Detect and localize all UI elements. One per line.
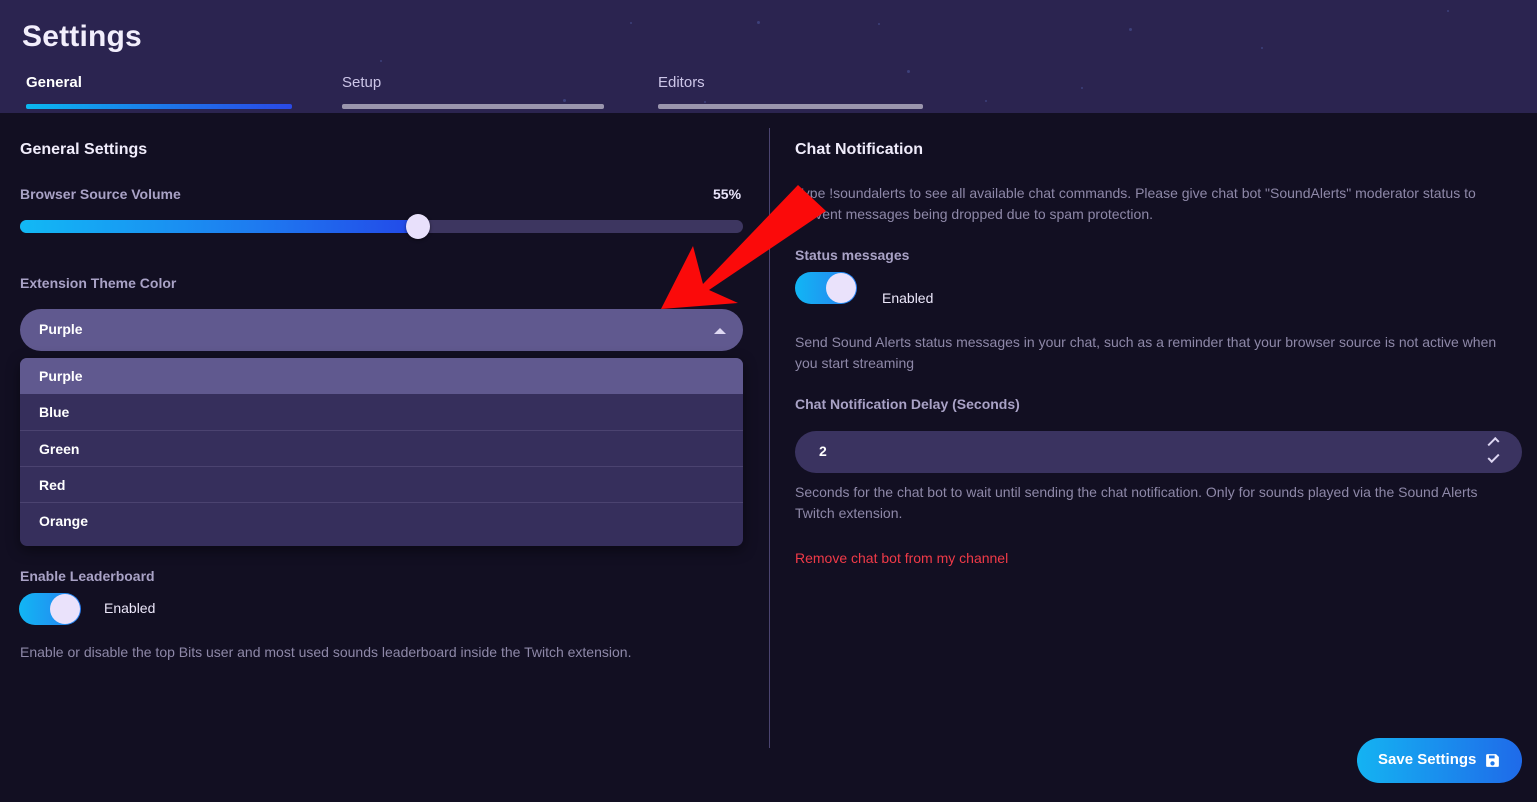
status-messages-label: Status messages	[795, 247, 910, 263]
enable-leaderboard-help: Enable or disable the top Bits user and …	[20, 644, 632, 660]
number-stepper[interactable]	[1486, 436, 1502, 466]
browser-source-volume-slider[interactable]	[20, 214, 743, 239]
chevron-down-icon[interactable]	[1487, 450, 1500, 464]
chat-notification-delay-input[interactable]: 2	[795, 431, 1522, 473]
page-title: Settings	[22, 20, 142, 53]
slider-thumb[interactable]	[405, 214, 430, 239]
chevron-up-icon[interactable]	[1487, 436, 1500, 450]
page-header: Settings General Setup Editors	[0, 0, 1537, 113]
chat-notification-delay-value: 2	[819, 443, 827, 459]
enable-leaderboard-state: Enabled	[104, 600, 156, 616]
option-orange[interactable]: Orange	[20, 502, 743, 538]
tab-editors-label: Editors	[658, 74, 705, 91]
status-messages-state: Enabled	[882, 290, 934, 306]
remove-chat-bot-link[interactable]: Remove chat bot from my channel	[795, 550, 1008, 566]
caret-up-icon[interactable]	[714, 328, 726, 334]
option-green[interactable]: Green	[20, 430, 743, 466]
chat-notification-intro: Type !soundalerts to see all available c…	[795, 185, 1476, 222]
tab-setup[interactable]: Setup	[316, 74, 608, 113]
panel-divider	[769, 128, 770, 748]
options-list-padding	[20, 538, 743, 546]
option-purple[interactable]: Purple	[20, 358, 743, 394]
chat-notification-delay-help: Seconds for the chat bot to wait until s…	[795, 484, 1478, 521]
settings-body: General Settings Browser Source Volume 5…	[0, 113, 1537, 802]
option-blue[interactable]: Blue	[20, 394, 743, 430]
tab-general-label: General	[26, 74, 82, 91]
theme-color-select[interactable]: Purple	[20, 309, 743, 351]
save-floppy-icon	[1484, 752, 1501, 772]
toggle-knob	[826, 273, 856, 303]
tab-setup-underline	[342, 104, 604, 109]
enable-leaderboard-label: Enable Leaderboard	[20, 568, 155, 584]
save-settings-label: Save Settings	[1378, 751, 1477, 768]
chat-notification-heading: Chat Notification	[795, 141, 923, 158]
tab-setup-label: Setup	[342, 74, 382, 91]
option-red[interactable]: Red	[20, 466, 743, 502]
chat-notification-delay-label: Chat Notification Delay (Seconds)	[795, 396, 1020, 412]
enable-leaderboard-toggle[interactable]	[19, 593, 81, 625]
general-settings-heading: General Settings	[20, 141, 148, 158]
status-messages-toggle[interactable]	[795, 272, 857, 304]
tab-general-underline	[26, 104, 292, 109]
browser-source-volume-label: Browser Source Volume	[20, 186, 181, 202]
save-settings-button[interactable]: Save Settings	[1357, 738, 1522, 783]
status-messages-help: Send Sound Alerts status messages in you…	[795, 334, 1497, 371]
tab-editors-underline	[658, 104, 923, 109]
theme-color-selected-value: Purple	[39, 321, 83, 337]
slider-fill	[20, 220, 418, 233]
tab-editors[interactable]: Editors	[632, 74, 924, 113]
settings-tabs: General Setup Editors	[0, 74, 1537, 113]
browser-source-volume-value: 55%	[713, 186, 742, 202]
theme-color-options-list[interactable]: Purple Blue Green Red Orange	[20, 358, 743, 546]
tab-general[interactable]: General	[0, 74, 292, 113]
toggle-knob	[50, 594, 80, 624]
extension-theme-color-label: Extension Theme Color	[20, 275, 177, 291]
settings-page: Settings General Setup Editors General S…	[0, 0, 1537, 802]
